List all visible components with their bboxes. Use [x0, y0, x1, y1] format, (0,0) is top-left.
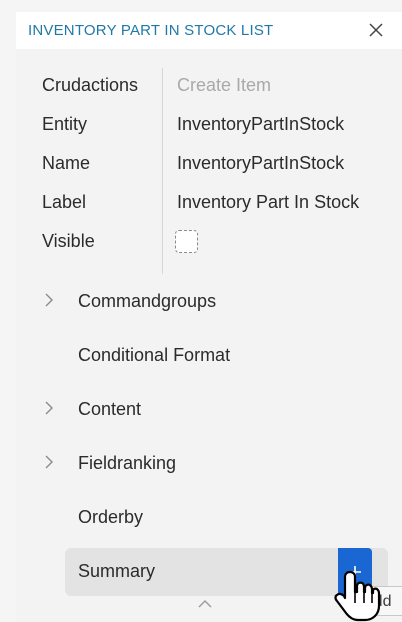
tree-item-label: Conditional Format — [78, 345, 231, 365]
property-value-entity[interactable]: InventoryPartInStock — [177, 114, 373, 135]
panel-title: INVENTORY PART IN STOCK LIST — [28, 22, 274, 39]
property-entity: Entity InventoryPartInStock — [16, 107, 402, 146]
tree-list: Commandgroups Conditional Format Content… — [16, 274, 402, 598]
add-tooltip: Add — [356, 586, 402, 616]
tree-item-label: Content — [78, 399, 142, 419]
tree-item-fieldranking[interactable]: Fieldranking — [16, 436, 402, 490]
inventory-part-panel: INVENTORY PART IN STOCK LIST Crudactions… — [16, 12, 402, 622]
tree-item-label: Summary — [78, 561, 156, 581]
tree-item-label: Commandgroups — [78, 291, 217, 311]
tree-item-conditional-format[interactable]: Conditional Format — [16, 328, 402, 382]
chevron-right-icon[interactable] — [42, 293, 56, 307]
property-name: Name InventoryPartInStock — [16, 146, 402, 185]
tree-item-label: Orderby — [78, 507, 144, 527]
visible-checkbox[interactable] — [175, 230, 198, 253]
property-label: Visible — [42, 231, 95, 251]
property-value-name[interactable]: InventoryPartInStock — [177, 153, 373, 174]
panel-header: INVENTORY PART IN STOCK LIST — [16, 12, 402, 49]
property-visible: Visible — [16, 224, 402, 263]
property-label: Crudactions — [42, 75, 139, 95]
tree-item-content[interactable]: Content — [16, 382, 402, 436]
property-label: Name — [42, 153, 91, 173]
chevron-right-icon[interactable] — [42, 401, 56, 415]
property-label: Label — [42, 192, 87, 212]
property-value-label[interactable]: Inventory Part In Stock — [177, 192, 373, 213]
plus-icon — [349, 566, 361, 578]
close-button[interactable] — [366, 20, 386, 40]
property-label: Entity — [42, 114, 88, 134]
tree-item-label: Fieldranking — [78, 453, 177, 473]
tree-item-summary[interactable]: Summary — [16, 544, 402, 598]
property-value-crudactions[interactable]: Create Item — [177, 75, 373, 96]
chevron-up-icon[interactable] — [196, 596, 214, 610]
property-label-row: Label Inventory Part In Stock — [16, 185, 402, 224]
chevron-right-icon[interactable] — [42, 455, 56, 469]
tree-item-commandgroups[interactable]: Commandgroups — [16, 274, 402, 328]
properties-list: Crudactions Create Item Entity Inventory… — [16, 68, 402, 263]
close-icon — [369, 23, 383, 37]
property-crudactions: Crudactions Create Item — [16, 68, 402, 107]
tree-item-orderby[interactable]: Orderby — [16, 490, 402, 544]
